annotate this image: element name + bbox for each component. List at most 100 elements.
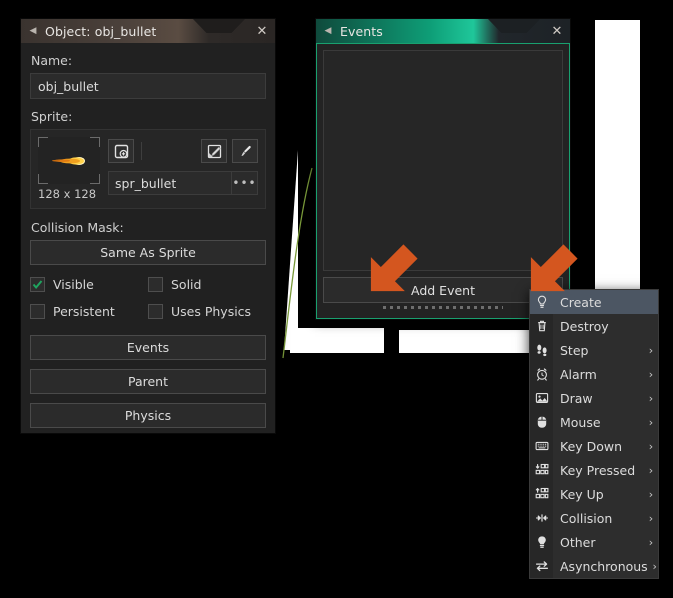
submenu-arrow-icon: › (648, 439, 654, 453)
sprite-name-row: spr_bullet ••• (108, 171, 258, 195)
triangle-collapse-icon[interactable]: ◀ (21, 26, 41, 36)
submenu-arrow-icon: › (648, 343, 654, 357)
menu-item-label: Collision (560, 510, 613, 526)
checkbox-persistent[interactable]: Persistent (30, 304, 148, 319)
exchange-icon (530, 559, 553, 573)
event-type-context-menu[interactable]: Create Destroy Step › Alarm › Draw › Mou… (529, 289, 659, 579)
checkbox-label: Uses Physics (171, 304, 252, 319)
submenu-arrow-icon: › (648, 367, 654, 381)
menu-item-key-pressed[interactable]: Key Pressed › (530, 458, 658, 482)
edit-image-icon[interactable] (201, 139, 227, 163)
sprite-preview[interactable] (38, 137, 100, 184)
events-button[interactable]: Events (30, 335, 266, 360)
sprite-thumbnail-wrap: 128 x 128 (38, 137, 100, 201)
menu-item-label: Key Up (560, 486, 604, 502)
menu-item-label: Step (560, 342, 589, 358)
collision-mask-button[interactable]: Same As Sprite (30, 240, 266, 265)
menu-item-destroy[interactable]: Destroy (530, 314, 658, 338)
menu-item-create[interactable]: Create (530, 290, 658, 314)
checkbox-label: Visible (53, 277, 94, 292)
menu-item-label: Key Pressed (560, 462, 636, 478)
events-window[interactable]: ◀ Events ✕ Add Event (315, 18, 571, 320)
paint-brush-icon[interactable] (232, 139, 258, 163)
mouse-icon (530, 415, 553, 429)
trash-icon (530, 319, 553, 333)
sprite-controls: spr_bullet ••• (108, 137, 258, 201)
submenu-arrow-icon: › (652, 559, 657, 573)
bullet-sprite-icon (52, 156, 85, 165)
menu-item-key-down[interactable]: Key Down › (530, 434, 658, 458)
name-input[interactable]: obj_bullet (30, 73, 266, 99)
object-window-titlebar[interactable]: ◀ Object: obj_bullet ✕ (21, 19, 275, 43)
menu-item-label: Destroy (560, 318, 609, 334)
submenu-arrow-icon: › (648, 463, 654, 477)
collision-icon (530, 511, 553, 525)
sprite-browse-button[interactable]: ••• (232, 171, 258, 195)
menu-item-step[interactable]: Step › (530, 338, 658, 362)
physics-button[interactable]: Physics (30, 403, 266, 428)
submenu-arrow-icon: › (648, 391, 654, 405)
checkbox-box[interactable] (30, 304, 45, 319)
submenu-arrow-icon: › (648, 487, 654, 501)
resize-grip[interactable] (323, 303, 563, 312)
lightbulb-icon (530, 295, 553, 309)
object-action-buttons: Events Parent Physics (30, 335, 266, 428)
events-window-titlebar[interactable]: ◀ Events ✕ (316, 19, 570, 43)
submenu-arrow-icon: › (648, 511, 654, 525)
checkbox-box[interactable] (148, 277, 163, 292)
menu-item-label: Alarm (560, 366, 597, 382)
parent-button[interactable]: Parent (30, 369, 266, 394)
sprite-name-input[interactable]: spr_bullet (108, 171, 232, 195)
screen: ◀ Object: obj_bullet ✕ Name: obj_bullet … (0, 0, 673, 598)
background-panel-center-2 (399, 330, 532, 353)
toolbar-divider (141, 142, 142, 160)
menu-item-alarm[interactable]: Alarm › (530, 362, 658, 386)
checkbox-label: Solid (171, 277, 202, 292)
sprite-dimensions: 128 x 128 (38, 187, 97, 201)
menu-item-label: Draw (560, 390, 593, 406)
submenu-arrow-icon: › (648, 415, 654, 429)
menu-item-draw[interactable]: Draw › (530, 386, 658, 410)
checkmark-icon (32, 280, 43, 290)
footsteps-icon (530, 343, 553, 357)
object-window-body: Name: obj_bullet Sprite: 128 x 128 spr_b… (21, 43, 275, 433)
alarm-clock-icon (530, 367, 553, 381)
collision-mask-label: Collision Mask: (31, 220, 124, 235)
object-properties-window[interactable]: ◀ Object: obj_bullet ✕ Name: obj_bullet … (20, 18, 276, 434)
lightbulb-solid-icon (530, 535, 553, 549)
keyboard-icon (530, 439, 553, 453)
close-icon[interactable]: ✕ (544, 25, 570, 38)
menu-item-mouse[interactable]: Mouse › (530, 410, 658, 434)
checkbox-label: Persistent (53, 304, 115, 319)
menu-item-other[interactable]: Other › (530, 530, 658, 554)
close-icon[interactable]: ✕ (249, 25, 275, 38)
event-list[interactable] (323, 50, 563, 271)
checkbox-visible[interactable]: Visible (30, 277, 148, 292)
checkbox-box[interactable] (148, 304, 163, 319)
menu-item-label: Asynchronous (560, 558, 648, 574)
sprite-label: Sprite: (31, 109, 73, 124)
sprite-toolbar (108, 137, 258, 165)
sprite-panel: 128 x 128 spr_bullet ••• (30, 129, 266, 209)
new-sprite-icon[interactable] (108, 139, 134, 163)
key-pressed-icon (530, 463, 553, 477)
checkbox-solid[interactable]: Solid (148, 277, 266, 292)
object-flags: Visible Solid Persistent Uses Physics (30, 277, 266, 331)
key-up-icon (530, 487, 553, 501)
add-event-button[interactable]: Add Event (323, 277, 563, 303)
submenu-arrow-icon: › (648, 535, 654, 549)
menu-item-label: Create (560, 294, 602, 310)
menu-item-label: Key Down (560, 438, 623, 454)
events-window-body: Add Event (316, 43, 570, 319)
menu-item-label: Mouse (560, 414, 601, 430)
menu-item-asynchronous[interactable]: Asynchronous › (530, 554, 658, 578)
menu-item-key-up[interactable]: Key Up › (530, 482, 658, 506)
triangle-collapse-icon[interactable]: ◀ (316, 26, 336, 36)
menu-item-label: Other (560, 534, 596, 550)
checkbox-box[interactable] (30, 277, 45, 292)
background-panel-right (595, 20, 640, 301)
name-label: Name: (31, 53, 73, 68)
image-icon (530, 391, 553, 405)
checkbox-uses-physics[interactable]: Uses Physics (148, 304, 266, 319)
menu-item-collision[interactable]: Collision › (530, 506, 658, 530)
